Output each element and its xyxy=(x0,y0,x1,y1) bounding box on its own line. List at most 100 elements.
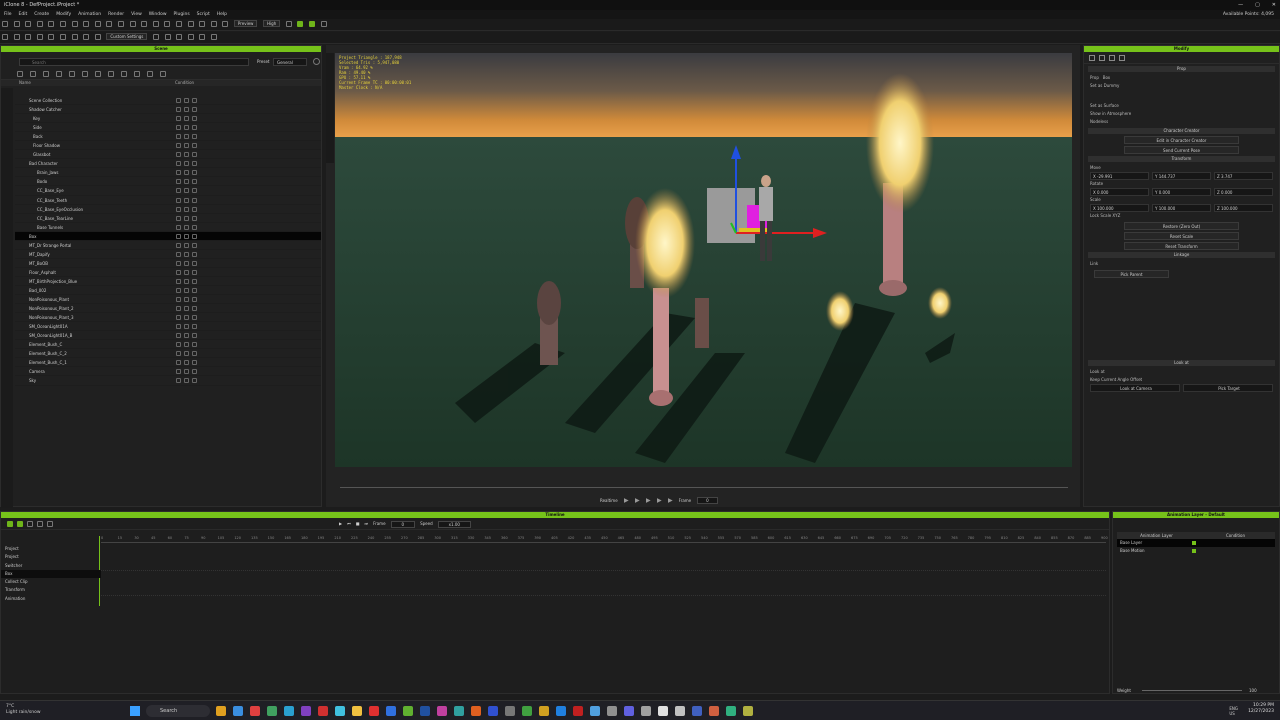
scene-item[interactable]: Element_Bush_C_1 xyxy=(15,358,321,368)
taskbar-app-icon[interactable] xyxy=(369,706,379,716)
scale-x-input[interactable]: X 100.000 xyxy=(1090,204,1149,212)
render-icon[interactable] xyxy=(192,315,197,321)
visibility-icon[interactable] xyxy=(176,360,181,366)
render-icon[interactable] xyxy=(192,116,197,122)
play-seekbar[interactable] xyxy=(340,487,1068,488)
taskbar-app-icon[interactable] xyxy=(284,706,294,716)
lock-scale-checkbox[interactable]: Lock Scale XYZ xyxy=(1084,212,1279,220)
taskbar-app-icon[interactable] xyxy=(403,706,413,716)
scene-item[interactable]: Scene Collection xyxy=(15,96,321,106)
tl-play-icon[interactable]: ▶ xyxy=(339,521,342,528)
prop-name-field[interactable]: Box xyxy=(1103,75,1110,80)
render-icon[interactable] xyxy=(192,242,197,248)
taskbar-app-icon[interactable] xyxy=(352,706,362,716)
play-icon[interactable] xyxy=(623,498,629,503)
timeline-zoom-icon[interactable] xyxy=(47,521,53,527)
lighting-icon[interactable] xyxy=(187,20,194,27)
taskbar-app-icon[interactable] xyxy=(675,706,685,716)
scene-item[interactable]: Side xyxy=(15,123,321,133)
brush-icon[interactable] xyxy=(320,20,327,27)
rotate-z-input[interactable]: Z 0.000 xyxy=(1214,188,1273,196)
wireframe-icon[interactable] xyxy=(152,20,159,27)
taskbar-app-icon[interactable] xyxy=(335,706,345,716)
scene-item[interactable]: NonPoisonous_Plant xyxy=(15,295,321,305)
render-icon[interactable] xyxy=(192,297,197,303)
clock-date[interactable]: 12/27/2023 xyxy=(1248,709,1274,715)
collapse-icon[interactable] xyxy=(108,71,114,77)
taskbar-app-icon[interactable] xyxy=(641,706,651,716)
group-icon[interactable] xyxy=(56,71,62,77)
end-icon[interactable] xyxy=(667,498,673,503)
visibility-icon[interactable] xyxy=(176,197,181,203)
nodeless-row[interactable]: Nodeless xyxy=(1084,118,1279,126)
viewport-render[interactable] xyxy=(335,53,1072,467)
render-icon[interactable] xyxy=(192,179,197,185)
delete-icon[interactable] xyxy=(160,71,166,77)
menu-render[interactable]: Render xyxy=(108,12,124,17)
visibility-icon[interactable] xyxy=(176,369,181,375)
move-y-input[interactable]: Y 144.737 xyxy=(1152,172,1211,180)
menu-help[interactable]: Help xyxy=(217,12,227,17)
sort-icon[interactable] xyxy=(121,71,127,77)
open-icon[interactable] xyxy=(13,20,20,27)
reset-scale-button[interactable]: Reset Scale xyxy=(1124,232,1239,240)
visibility-icon[interactable] xyxy=(176,269,181,275)
modify-tab-icon[interactable] xyxy=(1089,55,1095,61)
camera-icon[interactable] xyxy=(106,20,113,27)
visibility-icon[interactable] xyxy=(176,188,181,194)
filter-icon[interactable] xyxy=(17,71,23,77)
visibility-icon[interactable] xyxy=(176,278,181,284)
lock-icon[interactable] xyxy=(184,233,189,239)
motion-icon[interactable] xyxy=(309,20,316,27)
taskbar-app-icon[interactable] xyxy=(607,706,617,716)
scene-item[interactable]: Box xyxy=(15,231,321,241)
menu-plugins[interactable]: Plugins xyxy=(174,12,190,17)
taskbar-app-icon[interactable] xyxy=(420,706,430,716)
preview-dropdown[interactable]: Preview xyxy=(233,20,258,27)
snap-icon[interactable] xyxy=(129,20,136,27)
send-current-pose-button[interactable]: Send Current Pose xyxy=(1124,146,1239,154)
visibility-icon[interactable] xyxy=(176,342,181,348)
render-icon[interactable] xyxy=(192,287,197,293)
taskbar-app-icon[interactable] xyxy=(709,706,719,716)
scene-item[interactable]: Shadow Catcher xyxy=(15,105,321,115)
lock-icon[interactable] xyxy=(184,333,189,339)
undo-icon[interactable] xyxy=(36,20,43,27)
pin-icon[interactable] xyxy=(134,71,140,77)
language-indicator[interactable]: ENG US xyxy=(1229,706,1238,716)
scene-item[interactable]: Bodo xyxy=(15,177,321,187)
visibility-icon[interactable] xyxy=(176,224,181,230)
scene-item[interactable]: Base Tunnels xyxy=(15,223,321,232)
taskbar-app-icon[interactable] xyxy=(301,706,311,716)
menu-animation[interactable]: Animation xyxy=(78,12,101,17)
lock-icon[interactable] xyxy=(184,278,189,284)
timeline-fit-icon[interactable] xyxy=(37,521,43,527)
taskbar-app-icon[interactable] xyxy=(658,706,668,716)
camera-rotate-icon[interactable] xyxy=(25,33,32,40)
timeline-filter-icon[interactable] xyxy=(17,521,23,527)
render-icon[interactable] xyxy=(192,152,197,158)
stop-icon[interactable] xyxy=(645,498,651,503)
visibility-icon[interactable] xyxy=(176,251,181,257)
path-icon[interactable] xyxy=(199,33,206,40)
render-icon[interactable] xyxy=(192,360,197,366)
preset-dropdown[interactable]: General xyxy=(273,58,307,66)
visibility-icon[interactable] xyxy=(176,378,181,384)
lock-icon[interactable] xyxy=(184,287,189,293)
track-lane[interactable] xyxy=(101,563,1106,571)
weight-slider[interactable] xyxy=(1142,690,1242,691)
scene-item[interactable]: Floor_Asphalt xyxy=(15,268,321,277)
render-icon[interactable] xyxy=(192,206,197,212)
scene-item[interactable]: NonPoisonous_Plant_3 xyxy=(15,313,321,323)
3d-viewport[interactable]: Project Triangle : 187,948 Selected Tris… xyxy=(335,53,1072,467)
lock-icon[interactable] xyxy=(184,206,189,212)
show-in-atmosphere-checkbox[interactable]: Show in Atmosphere xyxy=(1084,110,1279,118)
fps-icon[interactable] xyxy=(285,20,292,27)
pick-parent-button[interactable]: Pick Parent xyxy=(1094,270,1169,278)
reset-transform-button[interactable]: Reset Transform xyxy=(1124,242,1239,250)
track-box[interactable]: Box xyxy=(1,569,101,579)
render-icon[interactable] xyxy=(192,378,197,384)
visibility-icon[interactable] xyxy=(176,170,181,176)
windows-start-icon[interactable] xyxy=(130,706,140,716)
taskbar-app-icon[interactable] xyxy=(726,706,736,716)
